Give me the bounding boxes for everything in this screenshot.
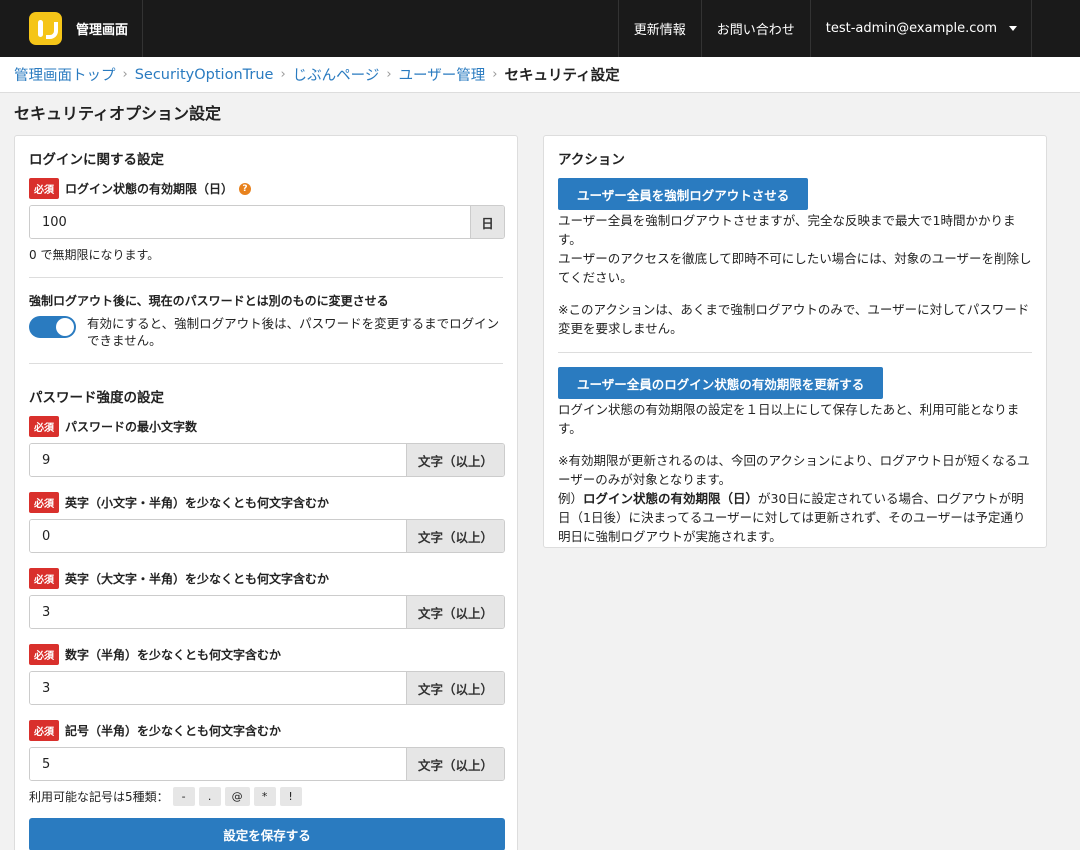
uppercase-group: 文字（以上） [29, 595, 505, 629]
breadcrumb-my-page[interactable]: じぶんページ [293, 64, 380, 85]
digits-input[interactable] [30, 672, 406, 704]
breadcrumb-admin-top[interactable]: 管理画面トップ [14, 64, 116, 85]
breadcrumb-separator-icon: › [280, 67, 286, 82]
breadcrumb-user-management[interactable]: ユーザー管理 [399, 64, 486, 85]
required-badge: 必須 [29, 492, 59, 513]
lowercase-input[interactable] [30, 520, 406, 552]
login-expiry-unit: 日 [470, 206, 504, 238]
example-prefix: 例） [558, 491, 584, 506]
actions-panel: アクション ユーザー全員を強制ログアウトさせる ユーザー全員を強制ログアウトさせ… [543, 135, 1047, 548]
symbol-chip: * [253, 787, 276, 806]
update-expiry-example: 例）ログイン状態の有効期限（日）が30日に設定されている場合、ログアウトが明日（… [558, 489, 1032, 546]
available-symbols-label: 利用可能な記号は5種類： [29, 790, 169, 804]
breadcrumb-organization[interactable]: SecurityOptionTrue [135, 67, 274, 83]
uppercase-field: 必須 英字（大文字・半角）を少なくとも何文字含むか 文字（以上） [29, 568, 505, 629]
symbol-chip: ! [279, 787, 302, 806]
login-expiry-label: ログイン状態の有効期限（日） [65, 182, 234, 196]
required-badge: 必須 [29, 644, 59, 665]
app-title: 管理画面 [76, 23, 129, 38]
account-menu[interactable]: test-admin@example.com [811, 0, 1032, 57]
settings-panel: ログインに関する設定 必須 ログイン状態の有効期限（日） ? 日 0 で無期限に… [14, 135, 518, 850]
update-expiry-note: ※有効期限が更新されるのは、今回のアクションにより、ログアウト日が短くなるユーザ… [558, 453, 1030, 487]
actions-title: アクション [558, 152, 625, 168]
uppercase-label: 英字（大文字・半角）を少なくとも何文字含むか [65, 572, 330, 586]
chevron-down-icon [1009, 26, 1017, 31]
force-change-description: 有効にすると、強制ログアウト後は、パスワードを変更するまでログインできません。 [87, 316, 500, 348]
force-logout-text2: ユーザーのアクセスを徹底して即時不可にしたい場合には、対象のユーザーを削除してく… [558, 251, 1032, 285]
lowercase-label-row: 必須 英字（小文字・半角）を少なくとも何文字含むか [29, 492, 503, 513]
symbol-chip: - [172, 787, 195, 806]
digits-label: 数字（半角）を少なくとも何文字含むか [65, 648, 282, 662]
unit-label: 文字（以上） [406, 444, 504, 476]
login-section-title: ログインに関する設定 [29, 152, 164, 168]
min-length-label: パスワードの最小文字数 [65, 420, 198, 434]
breadcrumb: 管理画面トップ › SecurityOptionTrue › じぶんページ › … [0, 57, 1080, 93]
brand[interactable]: 管理画面 [0, 0, 143, 57]
force-logout-text1: ユーザー全員を強制ログアウトさせますが、完全な反映まで最大で1時間かかります。 [558, 213, 1016, 247]
breadcrumb-separator-icon: › [492, 67, 498, 82]
required-badge: 必須 [29, 178, 59, 199]
force-change-label: 強制ログアウト後に、現在のパスワードとは別のものに変更させる [29, 294, 389, 308]
app-logo-icon [29, 12, 62, 45]
help-icon[interactable]: ? [239, 182, 252, 195]
lowercase-label: 英字（小文字・半角）を少なくとも何文字含むか [65, 496, 330, 510]
symbol-chip: . [198, 787, 221, 806]
login-expiry-hint: 0 で無期限になります。 [29, 248, 160, 262]
update-expiry-text: ログイン状態の有効期限の設定を１日以上にして保存したあと、利用可能となります。 [558, 402, 1020, 436]
lowercase-group: 文字（以上） [29, 519, 505, 553]
digits-label-row: 必須 数字（半角）を少なくとも何文字含むか [29, 644, 503, 665]
save-settings-button[interactable]: 設定を保存する [29, 818, 505, 850]
breadcrumb-separator-icon: › [122, 67, 128, 82]
symbols-field: 必須 記号（半角）を少なくとも何文字含むか 文字（以上） [29, 720, 505, 781]
force-logout-note: ※このアクションは、あくまで強制ログアウトのみで、ユーザーに対してパスワード変更… [558, 302, 1030, 336]
min-length-input[interactable] [30, 444, 406, 476]
min-length-label-row: 必須 パスワードの最小文字数 [29, 416, 503, 437]
force-logout-button[interactable]: ユーザー全員を強制ログアウトさせる [558, 178, 809, 210]
divider [29, 363, 503, 364]
nav-updates-link[interactable]: 更新情報 [619, 0, 702, 57]
password-section-title: パスワード強度の設定 [29, 390, 164, 406]
update-expiry-button[interactable]: ユーザー全員のログイン状態の有効期限を更新する [558, 367, 884, 399]
required-badge: 必須 [29, 568, 59, 589]
top-nav: 更新情報 お問い合わせ test-admin@example.com [617, 0, 1032, 57]
unit-label: 文字（以上） [406, 596, 504, 628]
uppercase-input[interactable] [30, 596, 406, 628]
nav-contact-link[interactable]: お問い合わせ [702, 0, 811, 57]
unit-label: 文字（以上） [406, 748, 504, 780]
symbols-count-label: 記号（半角）を少なくとも何文字含むか [65, 724, 282, 738]
force-change-toggle[interactable] [29, 316, 76, 338]
divider [29, 277, 503, 278]
digits-field: 必須 数字（半角）を少なくとも何文字含むか 文字（以上） [29, 644, 505, 705]
min-length-group: 文字（以上） [29, 443, 505, 477]
example-bold: ログイン状態の有効期限（日） [583, 491, 759, 506]
breadcrumb-separator-icon: › [386, 67, 392, 82]
divider [558, 352, 1032, 353]
unit-label: 文字（以上） [406, 520, 504, 552]
account-email: test-admin@example.com [825, 21, 997, 36]
uppercase-label-row: 必須 英字（大文字・半角）を少なくとも何文字含むか [29, 568, 503, 589]
required-badge: 必須 [29, 416, 59, 437]
breadcrumb-current: セキュリティ設定 [504, 68, 620, 84]
symbols-group: 文字（以上） [29, 747, 505, 781]
available-symbols: 利用可能な記号は5種類： - . @ * ! [29, 787, 503, 806]
top-navbar: 管理画面 更新情報 お問い合わせ test-admin@example.com [0, 0, 1080, 57]
symbols-label-row: 必須 記号（半角）を少なくとも何文字含むか [29, 720, 503, 741]
login-expiry-label-row: 必須 ログイン状態の有効期限（日） ? [29, 178, 503, 199]
min-length-field: 必須 パスワードの最小文字数 文字（以上） [29, 416, 505, 477]
symbol-chip: @ [224, 787, 250, 806]
unit-label: 文字（以上） [406, 672, 504, 704]
required-badge: 必須 [29, 720, 59, 741]
page-title: セキュリティオプション設定 [14, 104, 222, 123]
force-change-row: 有効にすると、強制ログアウト後は、パスワードを変更するまでログインできません。 [29, 315, 503, 349]
lowercase-field: 必須 英字（小文字・半角）を少なくとも何文字含むか 文字（以上） [29, 492, 505, 553]
digits-group: 文字（以上） [29, 671, 505, 705]
login-expiry-input[interactable] [30, 206, 470, 238]
symbols-input[interactable] [30, 748, 406, 780]
login-expiry-group: 日 [29, 205, 505, 239]
